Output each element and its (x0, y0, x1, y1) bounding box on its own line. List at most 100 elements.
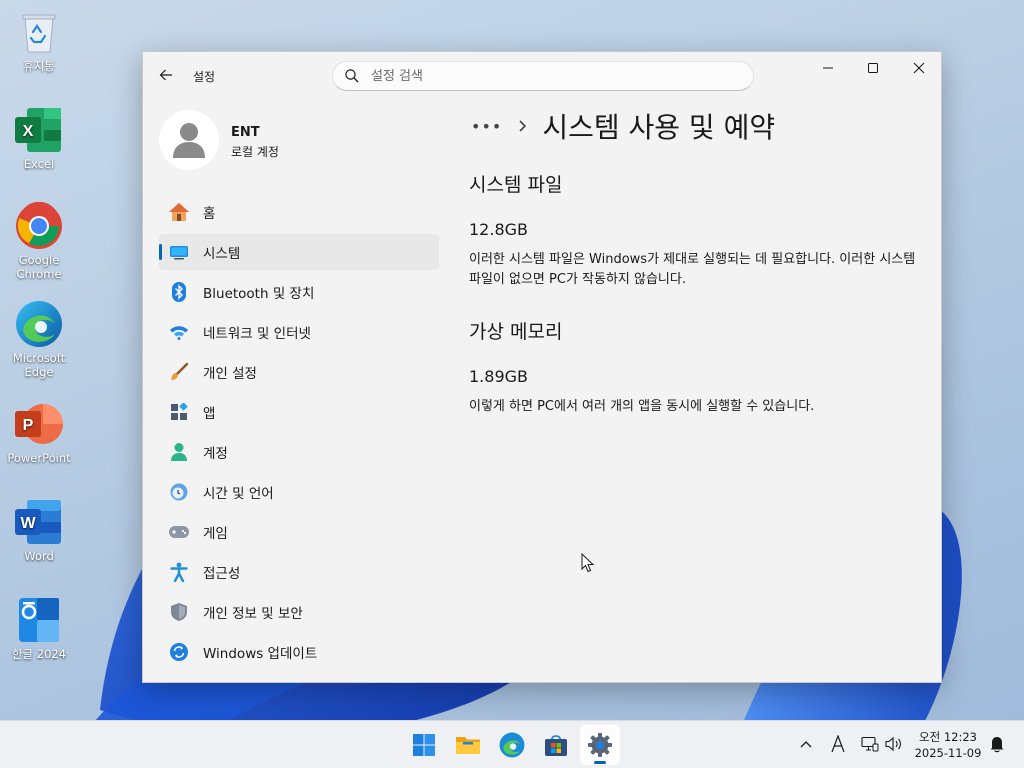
desktop-icon-excel[interactable]: X Excel (4, 106, 74, 171)
start-button[interactable] (404, 725, 444, 765)
maximize-icon (868, 63, 878, 73)
sidebar-item-accessibility[interactable]: 접근성 (159, 554, 439, 590)
sidebar-item-label: 개인 정보 및 보안 (203, 606, 303, 622)
system-icon (167, 240, 191, 264)
input-indicator-button[interactable] (827, 733, 849, 755)
system-files-size: 12.8GB (469, 220, 528, 239)
svg-text:X: X (23, 123, 34, 140)
powerpoint-icon: P (15, 400, 63, 448)
edge-icon (15, 300, 63, 348)
taskbar-settings[interactable] (580, 725, 620, 765)
chevron-right-icon (518, 119, 528, 133)
app-title: 설정 (193, 70, 216, 84)
settings-icon (588, 733, 612, 757)
network-tray-button[interactable] (859, 733, 881, 755)
maximize-button[interactable] (850, 52, 896, 84)
search-box[interactable] (332, 61, 754, 91)
close-icon (913, 62, 925, 74)
minimize-icon (823, 67, 833, 69)
hangul-icon (15, 596, 63, 644)
sidebar-item-accounts[interactable]: 계정 (159, 434, 439, 470)
chevron-up-icon (800, 741, 812, 748)
desktop-icon-label: Google Chrome (16, 253, 62, 281)
sidebar-item-apps[interactable]: 앱 (159, 394, 439, 430)
desktop-icon-label: Word (24, 549, 54, 563)
clock-ampm: 오전 (919, 730, 941, 744)
breadcrumb-more-button[interactable]: ••• (471, 117, 502, 136)
notification-bell-icon (990, 735, 1005, 753)
network-monitor-icon (861, 736, 879, 752)
desktop-icon-label: PowerPoint (7, 451, 71, 465)
close-button[interactable] (896, 52, 942, 84)
sidebar-item-label: 시스템 (203, 246, 241, 262)
system-files-description: 이러한 시스템 파일은 Windows가 제대로 실행되는 데 필요합니다. 이… (469, 252, 916, 287)
sidebar-item-label: 앱 (203, 406, 216, 422)
avatar (159, 110, 219, 170)
taskbar-store[interactable] (536, 725, 576, 765)
user-silhouette-icon (173, 123, 205, 158)
sidebar-item-label: 네트워크 및 인터넷 (203, 326, 311, 342)
sidebar-item-system[interactable]: 시스템 (159, 234, 439, 270)
active-app-indicator (594, 761, 606, 764)
sidebar-item-windows-update[interactable]: Windows 업데이트 (159, 634, 439, 670)
sidebar-item-personalization[interactable]: 개인 설정 (159, 354, 439, 390)
wifi-icon (167, 320, 191, 344)
sidebar-item-label: 개인 설정 (203, 366, 257, 382)
sidebar-item-label: 홈 (203, 206, 216, 222)
home-icon (167, 200, 191, 224)
update-icon (167, 640, 191, 664)
minimize-button[interactable] (805, 52, 851, 84)
section-title-virtual-memory: 가상 메모리 (469, 321, 563, 343)
virtual-memory-size: 1.89GB (469, 367, 528, 386)
file-explorer-icon (456, 737, 480, 754)
desktop-icon-word[interactable]: W Word (4, 498, 74, 563)
taskbar-edge[interactable] (492, 725, 532, 765)
user-profile[interactable]: ENT 로컬 계정 (159, 110, 429, 170)
desktop-icon-recycle-bin[interactable]: 휴지통 (4, 8, 74, 73)
breadcrumb: ••• 시스템 사용 및 예약 (471, 106, 775, 146)
sidebar-item-bluetooth[interactable]: Bluetooth 및 장치 (159, 274, 439, 310)
sidebar-item-gaming[interactable]: 게임 (159, 514, 439, 550)
account-icon (167, 440, 191, 464)
time-language-icon (167, 480, 191, 504)
desktop-icon-chrome[interactable]: Google Chrome (4, 202, 74, 281)
sidebar-item-privacy[interactable]: 개인 정보 및 보안 (159, 594, 439, 630)
sidebar-item-label: Windows 업데이트 (203, 646, 318, 662)
back-button[interactable] (155, 64, 177, 86)
sidebar-item-home[interactable]: 홈 (159, 194, 439, 230)
tray-overflow-button[interactable] (795, 733, 817, 755)
sidebar-item-label: Bluetooth 및 장치 (203, 286, 315, 302)
accessibility-icon (167, 560, 191, 584)
profile-account-type: 로컬 계정 (231, 145, 279, 159)
desktop-icon-hangul[interactable]: 한글 2024 (4, 596, 74, 661)
svg-text:W: W (20, 515, 36, 532)
taskbar-file-explorer[interactable] (448, 725, 488, 765)
notification-button[interactable] (986, 733, 1008, 755)
gamepad-icon (167, 520, 191, 544)
taskbar-clock[interactable]: 오전 12:23 2025-11-09 (908, 729, 988, 761)
edge-icon (499, 732, 525, 758)
settings-window: 설정 ENT 로컬 계정 (142, 51, 942, 683)
clock-time-line: 오전 12:23 (908, 729, 988, 745)
desktop-icon-label: 한글 2024 (11, 647, 67, 661)
desktop-icon-edge[interactable]: Microsoft Edge (4, 300, 74, 379)
speaker-icon (885, 736, 901, 752)
search-icon (344, 68, 360, 88)
search-input[interactable] (371, 67, 731, 85)
page-title: 시스템 사용 및 예약 (542, 111, 776, 144)
desktop-icon-label: Microsoft Edge (12, 351, 66, 379)
ime-a-icon (831, 735, 845, 753)
sidebar-item-label: 시간 및 언어 (203, 486, 274, 502)
chrome-icon (15, 202, 63, 250)
apps-icon (167, 400, 191, 424)
sidebar-item-time-language[interactable]: 시간 및 언어 (159, 474, 439, 510)
brush-icon (167, 360, 191, 384)
sidebar-item-network[interactable]: 네트워크 및 인터넷 (159, 314, 439, 350)
clock-time: 12:23 (943, 730, 977, 744)
profile-name: ENT (231, 125, 260, 140)
store-icon (545, 735, 567, 756)
mouse-cursor-icon (581, 553, 595, 573)
volume-tray-button[interactable] (883, 733, 905, 755)
start-icon (413, 734, 435, 756)
desktop-icon-powerpoint[interactable]: P PowerPoint (4, 400, 74, 465)
